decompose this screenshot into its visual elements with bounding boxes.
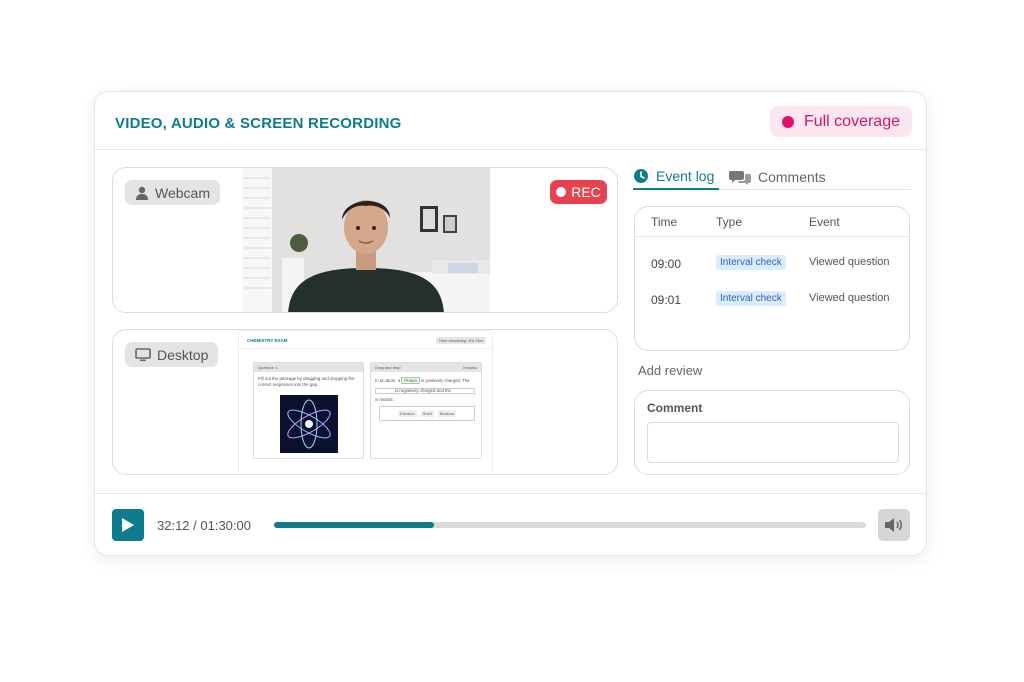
comment-label: Comment — [647, 401, 703, 415]
webcam-label: Webcam — [155, 184, 210, 201]
recording-card: VIDEO, AUDIO & SCREEN RECORDING Full cov… — [94, 91, 927, 556]
desktop-screenshot[interactable]: CHEMISTRY EXAM Time remaining: 1hr 15m Q… — [238, 330, 493, 474]
volume-button[interactable] — [878, 509, 910, 541]
event-log-panel: Time Type Event 09:00 Interval check Vie… — [634, 206, 910, 351]
tab-comments-label: Comments — [758, 169, 826, 185]
drag-drop-card: Drag and drop 3 marks In an atom, a Prot… — [370, 362, 482, 459]
question-card: Question 1 Fill out the passage by dragg… — [253, 362, 364, 459]
rec-badge: REC — [550, 180, 607, 204]
col-type: Type — [716, 215, 743, 229]
row-type-badge: Interval check — [716, 255, 786, 270]
passage-text-4: is neutral. — [375, 397, 394, 402]
player-bar: 32:12 / 01:30:00 — [95, 493, 926, 557]
right-tabs: Event log Comments — [633, 164, 911, 190]
event-log-header: Time Type Event — [635, 207, 909, 237]
atom-image — [280, 395, 338, 453]
coverage-dot-icon — [781, 115, 794, 128]
tab-comments[interactable]: Comments — [729, 164, 826, 190]
comment-panel: Comment — [634, 390, 910, 475]
tab-event-log-label: Event log — [656, 168, 715, 184]
time-remaining: Time remaining: 1hr 15m — [435, 337, 486, 344]
webcam-panel: Webcam REC — [112, 167, 618, 313]
person-icon — [136, 186, 148, 200]
playback-time: 32:12 / 01:30:00 — [157, 518, 251, 533]
row-time: 09:00 — [651, 257, 682, 271]
coverage-label: Full coverage — [803, 112, 900, 130]
question-text: Fill out the passage by dragging and dro… — [258, 376, 355, 387]
rec-dot-icon — [556, 187, 567, 197]
dnd-header: Drag and drop 3 marks — [371, 363, 481, 372]
passage-text-1: In an atom, a — [375, 378, 401, 383]
col-time: Time — [651, 215, 678, 229]
option-shell[interactable]: Shell — [420, 410, 434, 417]
clock-icon — [634, 169, 648, 183]
table-row[interactable]: 09:01 Interval check Viewed question — [635, 290, 909, 310]
chat-icon — [729, 171, 751, 185]
row-event: Viewed question — [809, 256, 890, 268]
play-button[interactable] — [112, 509, 144, 541]
rec-label: REC — [571, 184, 601, 200]
marks-label: 3 marks — [462, 365, 477, 370]
options-bank: Electron Shell Neutron — [379, 406, 475, 421]
speaker-icon — [885, 518, 902, 532]
option-neutron[interactable]: Neutron — [437, 410, 456, 417]
webcam-video[interactable] — [242, 168, 490, 312]
add-review-title: Add review — [638, 363, 703, 378]
passage-text-2: is positively charged. The — [421, 378, 470, 383]
col-event: Event — [809, 215, 840, 229]
passage-line-1: In an atom, a Proton is positively charg… — [375, 377, 470, 384]
row-time: 09:01 — [651, 293, 682, 307]
card-header: VIDEO, AUDIO & SCREEN RECORDING Full cov… — [95, 92, 926, 150]
progress-bar[interactable] — [274, 522, 866, 528]
row-event: Viewed question — [809, 292, 890, 304]
desktop-panel: CHEMISTRY EXAM Time remaining: 1hr 15m Q… — [112, 329, 618, 475]
monitor-icon — [135, 347, 151, 361]
table-row[interactable]: 09:00 Interval check Viewed question — [635, 254, 909, 274]
desktop-label: Desktop — [157, 346, 209, 363]
question-label: Question 1 — [254, 363, 363, 372]
webcam-frame-image — [242, 168, 490, 312]
desktop-chip: Desktop — [125, 342, 219, 367]
option-electron[interactable]: Electron — [398, 410, 417, 417]
play-icon — [122, 518, 134, 532]
webcam-chip: Webcam — [125, 180, 220, 205]
dnd-label: Drag and drop — [375, 365, 401, 370]
row-type-badge: Interval check — [716, 291, 786, 306]
coverage-badge: Full coverage — [769, 106, 912, 137]
filled-chip[interactable]: Proton — [401, 377, 420, 384]
passage-text-3: is negatively charged and the — [395, 388, 451, 393]
exam-title: CHEMISTRY EXAM — [247, 338, 288, 343]
page-title: VIDEO, AUDIO & SCREEN RECORDING — [115, 115, 402, 132]
progress-fill — [274, 522, 434, 528]
comment-input[interactable] — [647, 422, 899, 463]
tab-event-log[interactable]: Event log — [633, 164, 719, 190]
